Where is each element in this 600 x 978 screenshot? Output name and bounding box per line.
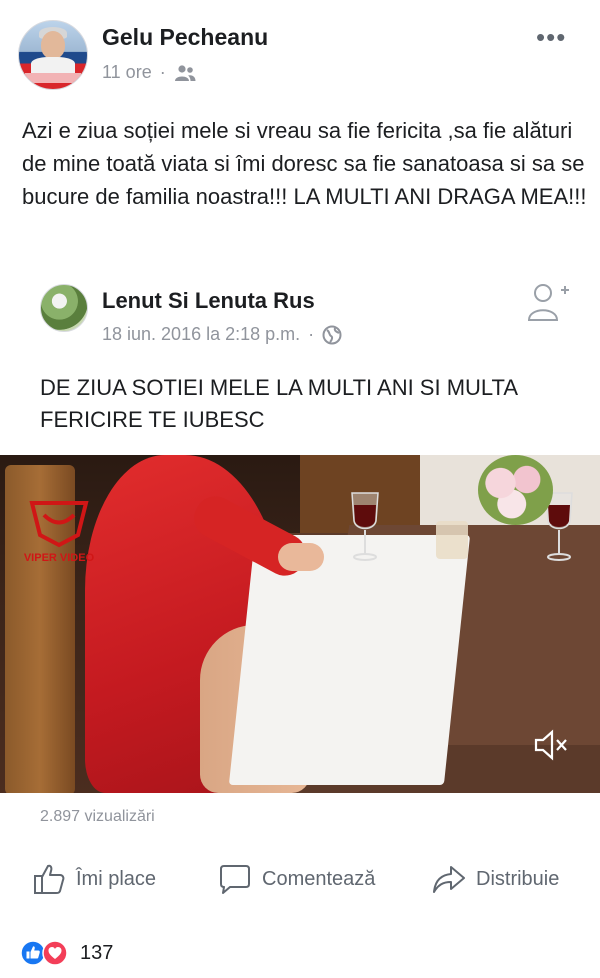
reactions-summary[interactable]: 137 (20, 940, 113, 966)
shared-post-meta: 18 iun. 2016 la 2:18 p.m. · (102, 324, 342, 345)
add-friend-icon[interactable] (524, 282, 570, 322)
avatar-shirt (31, 57, 75, 73)
comment-icon (220, 865, 250, 894)
like-label: Îmi place (76, 867, 157, 890)
author-avatar[interactable] (18, 20, 88, 90)
share-button[interactable]: Distribuie (432, 862, 559, 896)
post-time[interactable]: 11 ore (102, 62, 152, 83)
post-actions-bar: Îmi place Comentează Distribuie (0, 862, 600, 908)
author-name[interactable]: Gelu Pecheanu (102, 24, 268, 51)
love-reaction-icon (42, 940, 68, 966)
thumbs-up-icon (34, 864, 65, 894)
friends-icon (174, 64, 196, 81)
comment-label: Comentează (262, 867, 376, 890)
share-label: Distribuie (476, 867, 560, 890)
reactions-count: 137 (80, 941, 114, 964)
video-hand (278, 543, 324, 571)
share-arrow-icon (433, 866, 465, 893)
viper-logo: VIPER VIDEO (24, 501, 95, 564)
meta-separator: · (159, 62, 166, 82)
shared-meta-separator: · (308, 324, 315, 344)
avatar-caption-band (25, 73, 81, 83)
video-table-runner (228, 535, 471, 785)
video-watermark: VIPER VIDEO (24, 552, 95, 564)
wine-glass-icon (351, 492, 379, 561)
video-player[interactable]: VIPER VIDEO (0, 455, 600, 793)
comment-button[interactable]: Comentează (218, 862, 375, 896)
avatar-face (41, 31, 65, 59)
like-button[interactable]: Îmi place (32, 862, 156, 896)
globe-icon (322, 325, 342, 344)
mute-icon[interactable] (532, 726, 570, 764)
more-options-button[interactable]: ••• (536, 22, 566, 53)
video-candle (436, 521, 468, 559)
shared-post-text: DE ZIUA SOTIEI MELE LA MULTI ANI SI MULT… (40, 375, 517, 432)
shared-author-name[interactable]: Lenut Si Lenuta Rus (102, 288, 315, 314)
video-views: 2.897 vizualizări (40, 808, 155, 825)
post-meta: 11 ore · (102, 62, 196, 83)
shared-author-avatar[interactable] (40, 284, 88, 332)
video-flowers (478, 455, 553, 525)
post-text: Azi e ziua soției mele si vreau sa fie f… (22, 118, 587, 209)
shared-post-time[interactable]: 18 iun. 2016 la 2:18 p.m. (102, 324, 300, 345)
